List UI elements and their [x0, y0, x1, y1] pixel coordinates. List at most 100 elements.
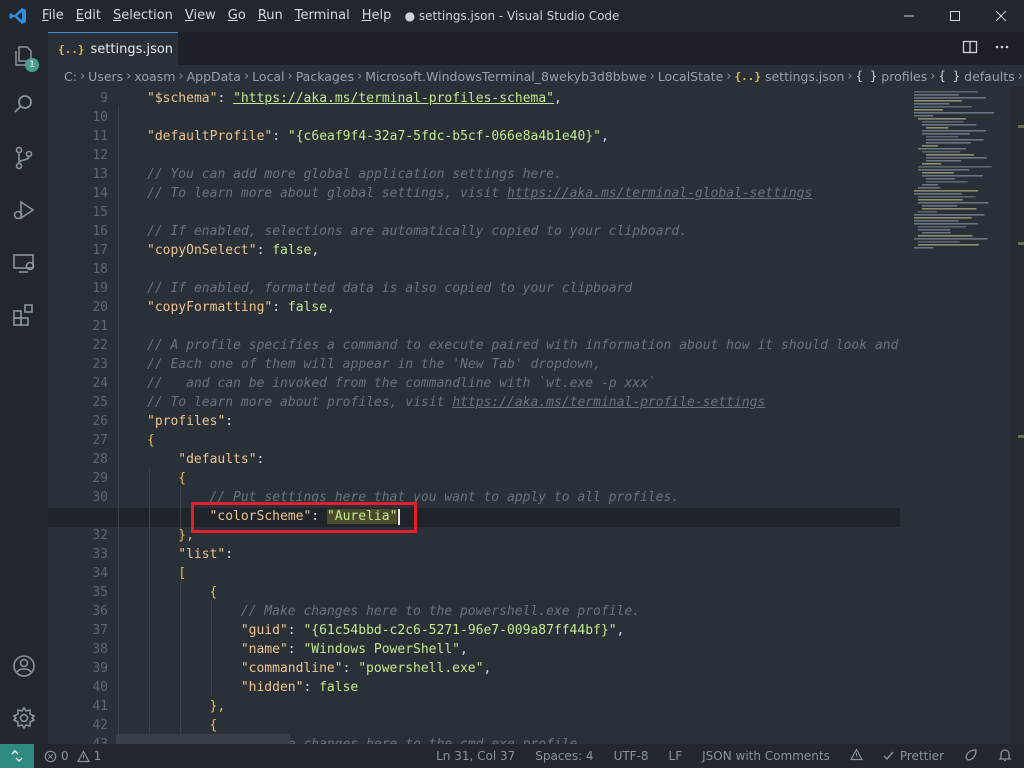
- run-debug-icon[interactable]: [0, 186, 48, 234]
- prettier-status[interactable]: Prettier: [883, 749, 944, 763]
- status-bar: 0 1 Ln 31, Col 37 Spaces: 4 UTF-8 LF JSO…: [0, 744, 1024, 768]
- comment-line: // Each one of them will appear in the '…: [147, 357, 601, 372]
- minimap-line: [926, 154, 974, 156]
- explorer-badge: 1: [25, 58, 39, 72]
- minimap-line: [922, 184, 938, 186]
- menu-selection[interactable]: Selection: [107, 0, 179, 32]
- minimap-line: [922, 172, 954, 174]
- minimap-line: [914, 112, 994, 114]
- code-line: {: [209, 585, 218, 600]
- chevron-right-icon: ›: [357, 68, 363, 84]
- minimap-line: [914, 247, 934, 249]
- code-line: "commandline": "powershell.exe",: [240, 661, 492, 676]
- minimap-line: [926, 178, 955, 180]
- minimap-line: [914, 100, 962, 102]
- minimap-line: [926, 142, 971, 144]
- tab-label: settings.json: [90, 41, 174, 57]
- gear-icon[interactable]: [0, 694, 48, 742]
- source-control-icon[interactable]: [0, 134, 48, 182]
- minimap-line: [914, 220, 959, 222]
- problems-indicator[interactable]: 0 1: [44, 744, 101, 768]
- breadcrumb: C: › Users › xoasm › AppData › Local › Packages › Mi…: [48, 65, 1024, 87]
- vertical-scrollbar[interactable]: [1010, 87, 1024, 744]
- minimap-line: [922, 121, 964, 123]
- comment-line: // Make changes here to the powershell.e…: [240, 604, 640, 619]
- explorer-icon[interactable]: 1: [0, 32, 48, 80]
- code-line: {: [178, 471, 187, 486]
- minimap-line: [926, 139, 984, 141]
- menu-go[interactable]: Go: [222, 0, 252, 32]
- object-symbol-icon: { }: [938, 69, 961, 83]
- minimap-line: [914, 190, 978, 192]
- breadcrumb-item[interactable]: AppData: [187, 69, 241, 84]
- horizontal-scrollbar[interactable]: [116, 734, 290, 744]
- breadcrumb-item[interactable]: C:: [64, 69, 77, 84]
- cursor-position[interactable]: Ln 31, Col 37: [436, 749, 515, 763]
- chevron-right-icon: ›: [79, 68, 86, 84]
- minimap-line: [918, 235, 973, 237]
- search-icon[interactable]: [0, 80, 48, 128]
- minimap-line: [922, 130, 986, 132]
- minimap-line: [926, 136, 958, 138]
- breadcrumb-item[interactable]: Users: [88, 69, 123, 84]
- feedback-icon[interactable]: [964, 748, 978, 765]
- extensions-icon[interactable]: [0, 291, 48, 339]
- menu-help[interactable]: Help: [356, 0, 398, 32]
- more-actions-icon[interactable]: [994, 39, 1010, 59]
- window-controls: [886, 0, 1024, 32]
- minimap-line: [918, 169, 970, 171]
- line-number: 24: [92, 376, 108, 391]
- end-of-line[interactable]: LF: [669, 749, 683, 763]
- line-number: 35: [92, 585, 108, 600]
- warning-count: 1: [93, 749, 102, 763]
- minimize-button[interactable]: [886, 0, 932, 32]
- menu-file[interactable]: File: [36, 0, 70, 32]
- tab-settings-json[interactable]: {..} settings.json: [48, 32, 178, 65]
- accounts-icon[interactable]: [0, 642, 48, 690]
- menu-terminal[interactable]: Terminal: [289, 0, 356, 32]
- editor-actions: [962, 32, 1010, 65]
- split-editor-icon[interactable]: [962, 39, 978, 59]
- code-line: },: [209, 699, 226, 714]
- code-line: "list":: [178, 547, 234, 562]
- line-number: 23: [92, 357, 108, 372]
- minimap-line: [914, 214, 985, 216]
- breadcrumb-symbol[interactable]: profiles: [881, 69, 927, 84]
- menu-run[interactable]: Run: [252, 0, 289, 32]
- comment-line: // To learn more about global settings, …: [147, 186, 813, 201]
- notification-bell-icon[interactable]: [849, 748, 863, 764]
- notifications-icon[interactable]: [998, 748, 1012, 765]
- menu-edit[interactable]: Edit: [70, 0, 107, 32]
- comment-line: // If enabled, formatted data is also co…: [147, 281, 633, 296]
- code-line: "guid": "{61c54bbd-c2c6-5271-96e7-009a87…: [240, 623, 625, 638]
- remote-explorer-icon[interactable]: [0, 239, 48, 287]
- minimap-line: [922, 205, 958, 207]
- minimap-line: [922, 175, 983, 177]
- breadcrumb-symbol[interactable]: defaults: [964, 69, 1015, 84]
- line-number: 9: [100, 91, 108, 106]
- close-button[interactable]: [978, 0, 1024, 32]
- breadcrumb-item[interactable]: Microsoft.WindowsTerminal_8wekyb3d8bbwe: [365, 69, 646, 84]
- minimap[interactable]: [910, 87, 1010, 744]
- breadcrumb-item[interactable]: Local: [252, 69, 284, 84]
- comment-line: // Make changes here to the cmd.exe prof…: [241, 735, 585, 744]
- code-area[interactable]: "$schema": "https://aka.ms/terminal-prof…: [117, 87, 899, 744]
- menu-bar: File Edit Selection View Go Run Terminal Help: [36, 0, 397, 32]
- minimap-line: [918, 229, 950, 231]
- breadcrumb-item[interactable]: Packages: [296, 69, 354, 84]
- code-editor[interactable]: 9 10 11 12 13 14 15 16 17 18 19 20 21 22 23 24 25 26 27 28 2…: [48, 87, 1024, 744]
- encoding[interactable]: UTF-8: [614, 749, 649, 763]
- maximize-button[interactable]: [932, 0, 978, 32]
- breadcrumb-item[interactable]: xoasm: [134, 69, 175, 84]
- activity-bar: 1: [0, 32, 48, 744]
- menu-view[interactable]: View: [179, 0, 222, 32]
- chevron-right-icon: ›: [930, 68, 936, 84]
- breadcrumb-file[interactable]: settings.json: [765, 69, 844, 84]
- line-number: 41: [92, 699, 108, 714]
- breadcrumb-item[interactable]: LocalState: [658, 69, 724, 84]
- minimap-line: [914, 217, 972, 219]
- line-number: 42: [92, 718, 108, 733]
- remote-indicator-button[interactable]: [0, 744, 34, 768]
- indentation[interactable]: Spaces: 4: [535, 749, 593, 763]
- language-mode[interactable]: JSON with Comments: [702, 749, 830, 763]
